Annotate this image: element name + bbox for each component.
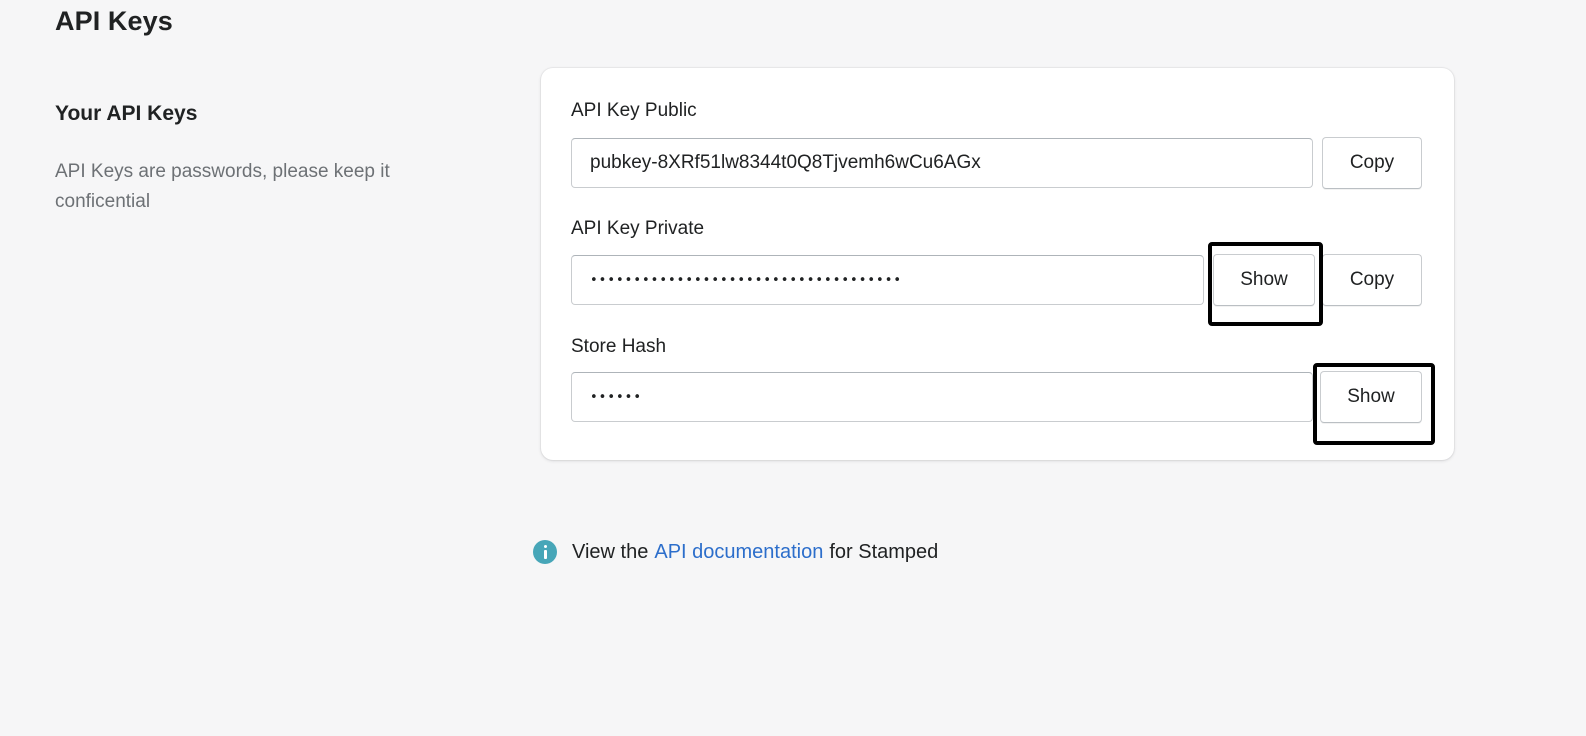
private-key-label: API Key Private <box>571 218 705 239</box>
page-title: API Keys <box>55 6 173 36</box>
public-key-label: API Key Public <box>571 100 697 121</box>
store-hash-label: Store Hash <box>571 336 667 357</box>
store-hash-input[interactable]: •••••• <box>571 372 1313 422</box>
info-prefix-text: View the <box>572 540 649 563</box>
public-key-input[interactable] <box>571 138 1313 188</box>
api-keys-card: API Key Public Copy API Key Private ••••… <box>541 68 1454 460</box>
api-documentation-notice: View the API documentation for Stamped <box>533 540 938 564</box>
section-title: Your API Keys <box>55 102 198 125</box>
section-description: API Keys are passwords, please keep it c… <box>55 161 390 212</box>
private-key-input[interactable]: •••••••••••••••••••••••••••••••••••• <box>571 255 1204 305</box>
copy-public-key-button[interactable]: Copy <box>1322 137 1422 189</box>
info-suffix-text: for Stamped <box>829 540 939 563</box>
show-store-hash-button[interactable]: Show <box>1320 371 1422 423</box>
api-documentation-link[interactable]: API documentation <box>654 541 823 564</box>
show-private-key-button[interactable]: Show <box>1213 254 1315 306</box>
copy-private-key-button[interactable]: Copy <box>1322 254 1422 306</box>
info-icon <box>533 540 557 564</box>
